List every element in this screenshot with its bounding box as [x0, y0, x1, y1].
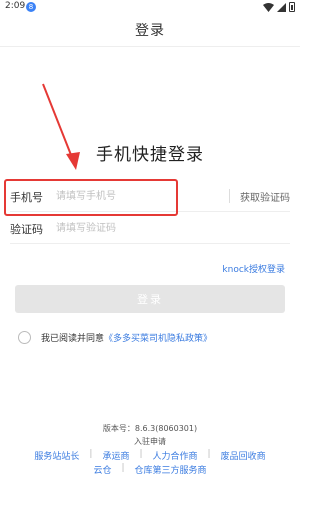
code-row: 验证码 — [10, 212, 290, 244]
footer-link-cloud-warehouse[interactable]: 云仓 — [93, 463, 111, 476]
annotation-highlight-box — [4, 179, 178, 216]
agreement-row: 我已阅读并同意 《多多买菜司机隐私政策》 — [18, 331, 212, 344]
cell-signal-icon — [277, 2, 286, 12]
footer-link-station-manager[interactable]: 服务站站长 — [34, 449, 79, 462]
status-icons — [263, 2, 295, 12]
battery-icon — [289, 2, 295, 12]
separator: | — [121, 463, 125, 473]
agreement-checkbox[interactable] — [18, 331, 31, 344]
knock-login-link[interactable]: knock授权登录 — [222, 262, 285, 275]
separator: | — [89, 449, 93, 459]
version-text: 版本号：8.6.3(8060301) — [102, 424, 198, 433]
footer-link-recycler[interactable]: 废品回收商 — [221, 449, 266, 462]
code-input[interactable] — [56, 217, 216, 239]
page-title: 登录 — [135, 23, 165, 39]
nav-divider — [0, 46, 300, 47]
privacy-policy-link[interactable]: 《多多买菜司机隐私政策》 — [104, 331, 212, 344]
login-button[interactable]: 登录 — [15, 285, 285, 313]
agreement-text: 我已阅读并同意 — [41, 334, 105, 344]
code-underline — [10, 243, 290, 244]
footer-links-row2: 云仓 | 仓库第三方服务商 — [0, 463, 300, 476]
divider — [229, 189, 230, 203]
get-code-button[interactable]: 获取验证码 — [240, 189, 290, 204]
code-label: 验证码 — [10, 223, 43, 236]
status-bar: 2:09 8 — [0, 0, 300, 14]
notification-badge-icon: 8 — [26, 2, 36, 12]
login-heading: 手机快捷登录 — [96, 145, 204, 165]
footer-link-warehouse-provider[interactable]: 仓库第三方服务商 — [135, 463, 207, 476]
footer-links-row1: 服务站站长 | 承运商 | 人力合作商 | 废品回收商 — [0, 449, 300, 462]
status-time: 2:09 — [5, 1, 26, 11]
separator: | — [139, 449, 143, 459]
footer-link-carrier[interactable]: 承运商 — [102, 449, 129, 462]
footer-link-labor-partner[interactable]: 人力合作商 — [153, 449, 198, 462]
apply-heading: 入驻申请 — [134, 437, 166, 446]
wifi-icon — [263, 2, 274, 12]
separator: | — [207, 449, 211, 459]
